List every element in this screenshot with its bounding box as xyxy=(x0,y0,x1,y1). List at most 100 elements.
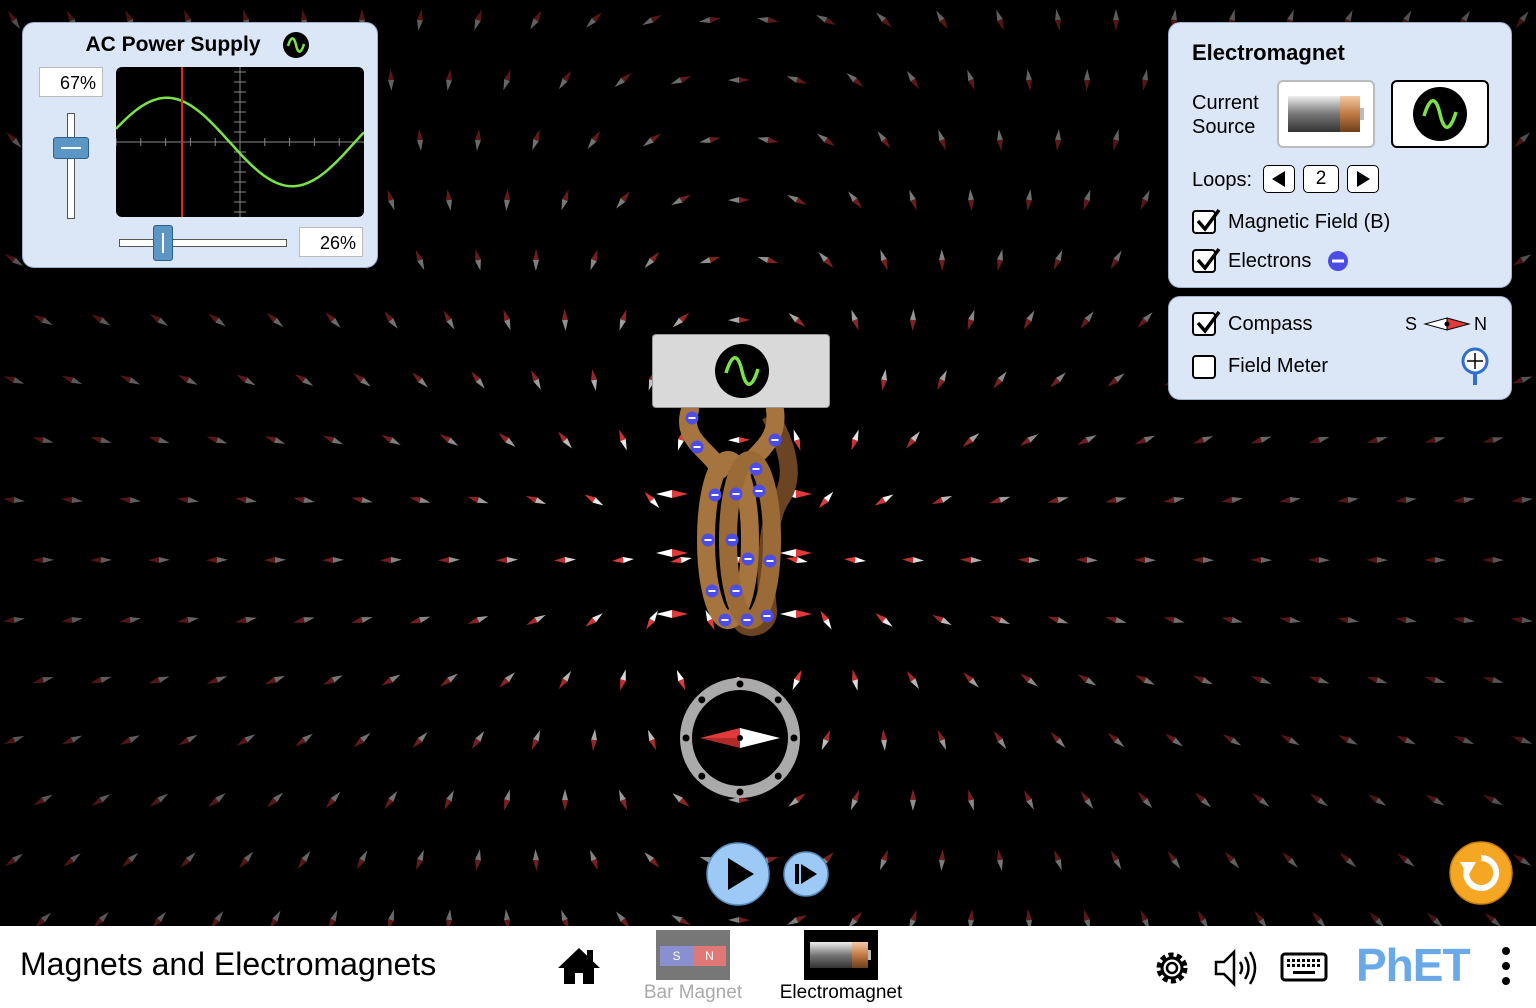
amplitude-slider-track[interactable] xyxy=(67,113,75,219)
field-needle xyxy=(561,189,569,211)
compass-label: Compass xyxy=(1228,313,1313,335)
field-needle xyxy=(1026,69,1032,91)
field-needle xyxy=(148,557,170,563)
electron xyxy=(760,609,774,623)
field-needle xyxy=(533,249,539,271)
electron xyxy=(740,613,754,627)
field-needle xyxy=(415,249,425,271)
field-meter-label: Field Meter xyxy=(1228,355,1329,377)
home-icon[interactable] xyxy=(556,946,602,986)
menu-icon[interactable] xyxy=(1496,944,1516,988)
field-needle xyxy=(210,911,224,926)
field-needle xyxy=(264,557,286,563)
electrons-checkbox[interactable] xyxy=(1192,247,1221,273)
field-needle xyxy=(937,370,947,390)
field-needle xyxy=(619,429,627,451)
field-needle xyxy=(32,437,54,443)
field-needle xyxy=(590,849,598,871)
phet-logo[interactable]: PhET xyxy=(1356,938,1471,992)
field-needle xyxy=(1366,557,1388,563)
screen-bar-magnet-icon[interactable]: S N xyxy=(656,930,730,980)
field-needle xyxy=(417,9,423,31)
field-needle xyxy=(446,69,452,91)
magnetic-field-label: Magnetic Field (B) xyxy=(1228,211,1391,233)
electromagnet-panel: Electromagnet Current Source Loops: 2 Ma… xyxy=(1168,22,1512,288)
sound-icon[interactable] xyxy=(1212,948,1260,988)
tools-panel: Compass S N Field Meter xyxy=(1168,296,1512,400)
keyboard-icon[interactable] xyxy=(1280,950,1328,982)
field-needle xyxy=(757,256,779,264)
field-needle xyxy=(1250,676,1272,684)
field-needle xyxy=(504,789,510,811)
magnetic-field-checkbox[interactable] xyxy=(1192,208,1221,234)
field-needle xyxy=(1311,911,1327,926)
field-needle xyxy=(384,311,398,329)
field-needle xyxy=(967,309,975,331)
field-needle xyxy=(1026,909,1032,926)
field-needle xyxy=(1167,851,1181,869)
gear-icon[interactable] xyxy=(1152,948,1192,988)
field-needle xyxy=(1165,733,1183,747)
field-needle xyxy=(351,617,373,623)
loops-decrement-button[interactable] xyxy=(1263,165,1295,193)
field-needle xyxy=(1080,311,1094,329)
field-needle xyxy=(381,434,401,446)
field-needle xyxy=(496,557,518,563)
ac-source-button[interactable] xyxy=(1391,80,1489,148)
field-needle xyxy=(3,735,25,745)
screen-electromagnet-label[interactable]: Electromagnet xyxy=(770,982,912,1004)
screen-bar-magnet-label[interactable]: Bar Magnet xyxy=(632,982,754,1004)
field-needle xyxy=(531,729,541,751)
field-needle xyxy=(440,673,458,687)
amplitude-slider-thumb[interactable] xyxy=(53,137,89,160)
ac-wave-icon xyxy=(283,32,309,58)
field-needle xyxy=(63,853,81,867)
field-meter-checkbox[interactable] xyxy=(1192,355,1216,379)
field-needle xyxy=(503,69,511,91)
compass-checkbox[interactable] xyxy=(1192,310,1221,336)
field-needle xyxy=(644,251,660,269)
field-needle xyxy=(264,675,286,685)
electron xyxy=(708,488,722,502)
compass-tick xyxy=(774,696,782,704)
field-needle xyxy=(325,312,341,328)
field-needle xyxy=(1250,436,1272,444)
electron xyxy=(729,584,743,598)
field-needle xyxy=(876,12,892,28)
field-needle xyxy=(439,434,459,446)
field-needle xyxy=(409,497,431,503)
reset-button[interactable] xyxy=(1448,840,1514,906)
step-button[interactable] xyxy=(782,850,830,898)
field-meter-probe-icon[interactable] xyxy=(1459,345,1491,387)
field-needle xyxy=(562,309,568,331)
play-button[interactable] xyxy=(704,840,772,908)
field-needle xyxy=(1137,312,1153,328)
dc-source-button[interactable] xyxy=(1277,80,1375,148)
field-needle xyxy=(474,9,482,31)
screen-electromagnet-icon[interactable] xyxy=(804,930,878,980)
field-needle xyxy=(206,557,228,563)
frequency-slider-thumb[interactable] xyxy=(153,225,174,261)
compass-needle-icon[interactable] xyxy=(1423,315,1471,333)
field-needle xyxy=(294,374,314,386)
field-needle xyxy=(4,853,24,867)
field-needle xyxy=(851,429,859,451)
field-needle xyxy=(504,189,510,211)
field-needle xyxy=(1107,732,1125,748)
field-needle xyxy=(266,312,284,328)
field-needle xyxy=(119,617,141,623)
electron xyxy=(725,533,739,547)
field-needle xyxy=(1140,909,1150,926)
field-needle xyxy=(997,249,1003,271)
field-needle xyxy=(531,370,541,390)
compass[interactable] xyxy=(678,676,802,800)
field-needle xyxy=(1310,793,1328,807)
loops-increment-button[interactable] xyxy=(1347,165,1379,193)
compass-tick xyxy=(682,734,690,742)
field-needle xyxy=(206,676,228,684)
frequency-slider-track[interactable] xyxy=(119,239,287,247)
checkmark-icon xyxy=(1196,247,1221,271)
field-needle xyxy=(351,497,373,503)
field-needle xyxy=(353,373,371,387)
field-needle xyxy=(412,372,428,388)
